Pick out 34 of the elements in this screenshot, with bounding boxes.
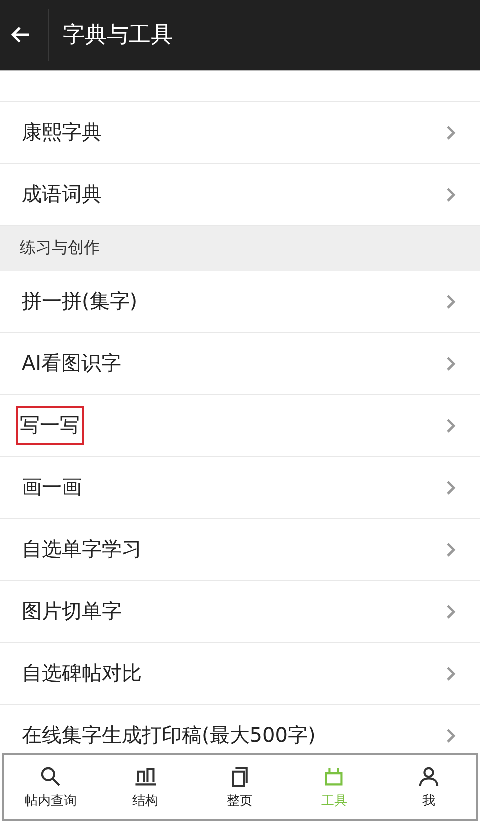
chevron-icon (446, 186, 456, 202)
tab[interactable]: 结构 (98, 755, 193, 819)
menu-item[interactable]: 画一画 (0, 457, 480, 519)
chevron-icon (446, 418, 456, 434)
menu-item[interactable]: AI看图识字 (0, 333, 480, 395)
tab[interactable]: 我 (382, 755, 476, 819)
chevron-icon (446, 542, 456, 558)
menu-item[interactable]: 图片切单字 (0, 581, 480, 643)
tab[interactable]: 整页 (192, 755, 288, 819)
chevron-icon (446, 604, 456, 620)
menu-item[interactable]: 拼一拼(集字) (0, 271, 480, 333)
menu-item-label: 拼一拼(集字) (21, 288, 139, 315)
tab-icon (416, 764, 441, 788)
section-title: 练习与创作 (20, 238, 100, 259)
menu-item[interactable]: 自选碑帖对比 (0, 643, 480, 705)
chevron-icon (446, 480, 456, 496)
menu-item-label: AI看图识字 (21, 350, 123, 377)
menu-item[interactable]: 写一写 (0, 395, 480, 457)
menu-item[interactable]: 康熙字典 (0, 101, 480, 164)
menu-item-label: 自选碑帖对比 (21, 660, 143, 687)
chevron-icon (446, 356, 456, 372)
menu-item-label: 图片切单字 (21, 598, 123, 625)
menu-item-label: 自选单字学习 (21, 536, 143, 563)
chevron-icon (446, 728, 456, 744)
menu-item[interactable]: 自选单字学习 (0, 519, 480, 581)
menu-item-label: 在线集字生成打印稿(最大500字) (21, 722, 317, 749)
chevron-icon (446, 124, 456, 140)
page-title: 字典与工具 (63, 22, 173, 50)
chevron-icon (446, 294, 456, 310)
chevron-icon (446, 666, 456, 682)
menu-item-label: 画一画 (21, 474, 83, 501)
menu-item-label: 康熙字典 (21, 119, 103, 146)
tab[interactable]: 帖内查询 (4, 755, 98, 819)
menu-item-label: 成语词典 (21, 181, 103, 208)
